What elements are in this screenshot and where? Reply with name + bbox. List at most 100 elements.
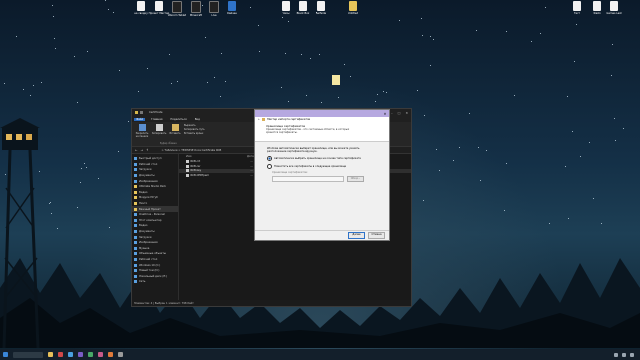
- minimize-icon[interactable]: –: [391, 111, 393, 115]
- back-arrow-icon[interactable]: ←: [258, 118, 260, 121]
- star: [285, 53, 287, 55]
- close-icon[interactable]: ✕: [405, 111, 408, 115]
- star: [374, 101, 376, 103]
- star: [438, 169, 440, 171]
- sidebar-item-label: Загрузки: [139, 168, 152, 172]
- star: [117, 151, 119, 153]
- download-icon: [134, 168, 137, 172]
- forward-arrow-icon[interactable]: →: [141, 148, 144, 152]
- pin-button[interactable]: Закрепить на панели: [134, 124, 150, 138]
- app-taskbar-icon[interactable]: [88, 352, 93, 357]
- taskbar: [0, 349, 640, 360]
- notification-icon[interactable]: [630, 352, 634, 357]
- tab-share[interactable]: Поделиться: [168, 118, 188, 121]
- wizard-titlebar[interactable]: ✕: [255, 110, 389, 117]
- app-taskbar-icon[interactable]: [98, 352, 103, 357]
- drive-icon: [134, 263, 137, 267]
- star: [503, 210, 505, 212]
- star: [485, 150, 487, 152]
- star: [107, 8, 109, 10]
- star: [421, 35, 423, 37]
- sidebar-item-label: OneDrive - Personal: [139, 213, 165, 217]
- picture-icon: [134, 241, 137, 245]
- start-icon[interactable]: [3, 352, 8, 357]
- quick-access-icon[interactable]: [140, 111, 143, 114]
- column-name[interactable]: Имя: [186, 155, 247, 158]
- star: [84, 163, 86, 165]
- star: [385, 92, 387, 94]
- radio-manual-store[interactable]: Поместить все сертификаты в следующее хр…: [267, 164, 377, 169]
- star: [611, 43, 613, 45]
- file-icon: [191, 1, 201, 13]
- star: [452, 160, 454, 162]
- next-button[interactable]: Далее: [348, 232, 365, 239]
- radio-unselected-icon[interactable]: [267, 164, 272, 169]
- file-explorer-taskbar-icon[interactable]: [48, 352, 53, 357]
- volume-icon[interactable]: [622, 352, 626, 357]
- browser-taskbar-icon[interactable]: [58, 352, 63, 357]
- star: [399, 19, 401, 21]
- desktop-icon[interactable]: Games Last: [603, 1, 625, 15]
- browse-button[interactable]: Обзор...: [347, 176, 364, 182]
- tab-file[interactable]: Файл: [134, 117, 146, 121]
- sidebar-item-label: Локальный диск (E:): [139, 274, 167, 278]
- file-date: ...: [250, 159, 253, 163]
- star: [593, 197, 595, 199]
- computer-icon: [134, 218, 137, 222]
- desktop-file-icon[interactable]: [332, 75, 340, 85]
- tab-view[interactable]: Вид: [193, 118, 202, 121]
- tab-home[interactable]: Главная: [149, 118, 164, 121]
- star: [220, 53, 222, 55]
- cancel-button[interactable]: Отмена: [368, 232, 385, 239]
- close-icon[interactable]: ✕: [381, 112, 389, 116]
- file-icon: [317, 1, 325, 11]
- star: [128, 121, 130, 123]
- star: [343, 64, 345, 66]
- desktop-icon[interactable]: Кайзен: [221, 1, 243, 15]
- file-name: RCB.CERTpem: [190, 174, 210, 178]
- radio-auto-store[interactable]: Автоматически выбрать хранилище на основ…: [267, 156, 377, 161]
- sidebar-item-label: Видео: [139, 190, 148, 194]
- document-icon: [134, 230, 137, 234]
- search-box[interactable]: [13, 351, 43, 358]
- paste-shortcut-button[interactable]: Вставить ярлык: [184, 132, 203, 135]
- column-date[interactable]: Дата: [247, 155, 254, 158]
- app-taskbar-icon[interactable]: [118, 352, 123, 357]
- star: [33, 84, 35, 86]
- star: [220, 95, 222, 97]
- store-input[interactable]: [272, 176, 344, 182]
- desktop-icon[interactable]: Selfside: [310, 1, 332, 15]
- file-icon: [186, 159, 189, 163]
- copy-button[interactable]: Копировать: [152, 124, 166, 135]
- star: [301, 54, 303, 56]
- maximize-icon[interactable]: □: [398, 111, 401, 115]
- file-icon: [172, 1, 182, 13]
- desktop-icon[interactable]: Тест: [566, 1, 588, 15]
- network-icon[interactable]: [614, 352, 618, 357]
- up-arrow-icon[interactable]: ↑: [146, 148, 149, 152]
- radio-selected-icon[interactable]: [267, 156, 272, 161]
- wizard-subheading: Хранилища сертификатов - это системные о…: [266, 128, 350, 134]
- music-icon: [134, 246, 137, 250]
- copy-path-button[interactable]: Копировать путь: [184, 128, 205, 131]
- desktop-icon[interactable]: Untitled: [342, 1, 364, 15]
- star: [475, 30, 477, 32]
- cut-button[interactable]: Вырезать: [184, 124, 196, 127]
- explorer-title: Certificate: [149, 111, 163, 114]
- sidebar-item-label: Быстрый доступ: [139, 157, 162, 161]
- star: [119, 69, 121, 71]
- star: [258, 25, 260, 27]
- sidebar-item[interactable]: Сеть: [132, 279, 178, 285]
- network-icon: [134, 280, 137, 284]
- folder-icon: [135, 111, 138, 114]
- star: [205, 36, 207, 38]
- back-arrow-icon[interactable]: ←: [135, 148, 138, 152]
- app-taskbar-icon[interactable]: [78, 352, 83, 357]
- star: [281, 17, 283, 19]
- paste-button[interactable]: Вставить: [168, 124, 182, 135]
- star: [420, 17, 422, 19]
- app-taskbar-icon[interactable]: [68, 352, 73, 357]
- wizard-body: Windows автоматически выберет хранилище,…: [255, 142, 389, 187]
- cube-icon: [134, 252, 137, 256]
- app-taskbar-icon[interactable]: [108, 352, 113, 357]
